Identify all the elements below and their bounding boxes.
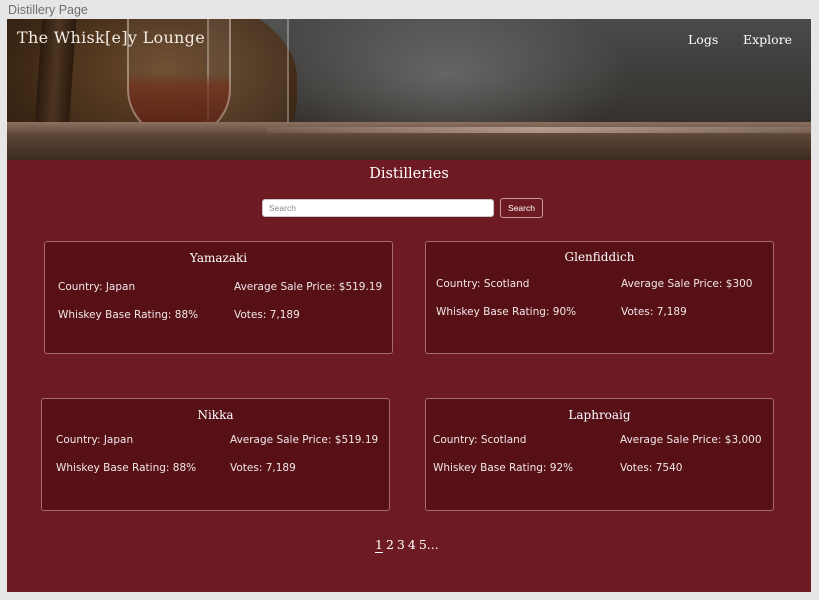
distillery-rating: Whiskey Base Rating: 92% <box>433 462 574 474</box>
brand-logo-link[interactable]: The Whisk[e]y Lounge <box>17 28 205 47</box>
distillery-country: Country: Japan <box>56 434 134 446</box>
distillery-votes: Votes: 7,189 <box>234 309 300 321</box>
distillery-votes: Votes: 7,189 <box>621 306 687 318</box>
page-link-2[interactable]: 2 <box>386 537 394 552</box>
distillery-card-glenfiddich[interactable]: Glenfiddich Country: Scotland Average Sa… <box>425 241 774 354</box>
distillery-card-laphroaig[interactable]: Laphroaig Country: Scotland Average Sale… <box>425 398 774 511</box>
distillery-page: The Whisk[e]y Lounge Logs Explore Distil… <box>7 19 811 592</box>
distillery-votes: Votes: 7,189 <box>230 462 296 474</box>
distillery-name: Nikka <box>197 408 234 422</box>
distillery-average-price: Average Sale Price: $519.19 <box>230 434 379 446</box>
distillery-rating: Whiskey Base Rating: 88% <box>56 462 197 474</box>
distillery-average-price: Average Sale Price: $3,000 <box>620 434 762 446</box>
header-hero: The Whisk[e]y Lounge Logs Explore <box>7 19 811 160</box>
page-link-1[interactable]: 1 <box>375 537 383 553</box>
nav-link-logs[interactable]: Logs <box>688 32 718 47</box>
pagination: 1 2 3 4 5... <box>375 537 442 553</box>
distillery-name: Yamazaki <box>189 251 248 265</box>
frame-label: Distillery Page <box>8 3 88 17</box>
page-link-4[interactable]: 4 <box>408 537 416 552</box>
page-title: Distilleries <box>369 166 449 182</box>
page-link-5-more[interactable]: 5... <box>419 537 439 552</box>
distillery-rating: Whiskey Base Rating: 88% <box>58 309 199 321</box>
distillery-country: Country: Japan <box>58 281 136 293</box>
page-link-3[interactable]: 3 <box>397 537 405 552</box>
distillery-rating: Whiskey Base Rating: 90% <box>436 306 577 318</box>
nav-link-explore[interactable]: Explore <box>743 32 792 47</box>
distillery-card-yamazaki[interactable]: Yamazaki Country: Japan Average Sale Pri… <box>44 241 393 354</box>
distillery-name: Glenfiddich <box>564 250 635 264</box>
distillery-name: Laphroaig <box>568 408 631 422</box>
search-input[interactable] <box>262 199 494 217</box>
distillery-card-nikka[interactable]: Nikka Country: Japan Average Sale Price:… <box>41 398 390 511</box>
distillery-votes: Votes: 7540 <box>620 462 683 474</box>
distillery-country: Country: Scotland <box>433 434 527 446</box>
distillery-country: Country: Scotland <box>436 278 530 290</box>
search-button[interactable]: Search <box>500 198 543 218</box>
distillery-average-price: Average Sale Price: $300 <box>621 278 753 290</box>
table-shine-image <box>267 127 811 133</box>
distillery-average-price: Average Sale Price: $519.19 <box>234 281 383 293</box>
